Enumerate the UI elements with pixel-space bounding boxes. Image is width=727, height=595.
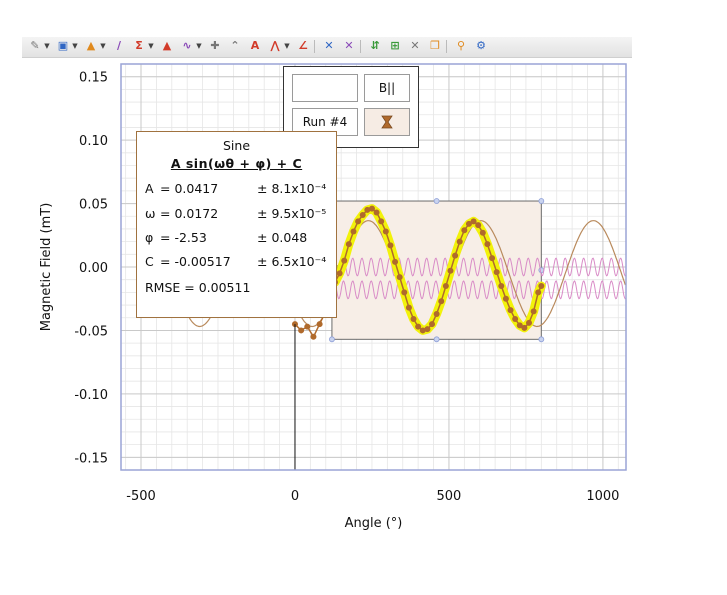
legend-run-swatch[interactable] [364, 108, 410, 136]
data-point [438, 298, 445, 305]
x-tick-label: -500 [126, 489, 156, 504]
data-point [405, 304, 412, 311]
data-point [387, 242, 394, 249]
fit-param-value: = -0.00517 [160, 254, 231, 269]
selection-handle [433, 198, 440, 204]
data-point [447, 267, 454, 274]
selection-handle [433, 336, 440, 343]
fit-param-name: C [145, 254, 154, 269]
fit-param-name: ω [145, 206, 156, 221]
x-tick-label: 500 [437, 489, 462, 504]
fit-param-c: C = -0.00517 ± 6.5x10⁻⁴ [145, 254, 335, 269]
legend-magnetic-field-label[interactable]: B|| [364, 74, 410, 102]
data-point [521, 324, 528, 331]
y-tick-label: 0.05 [79, 198, 108, 213]
data-point [341, 257, 348, 264]
data-point [512, 316, 519, 323]
data-point [442, 283, 449, 290]
fit-rmse: RMSE = 0.00511 [145, 280, 251, 295]
data-point [526, 319, 533, 326]
data-point [429, 321, 436, 328]
data-point [378, 218, 385, 225]
y-tick-label: 0.10 [79, 134, 108, 149]
data-point [470, 218, 477, 225]
fit-param-error: ± 0.048 [257, 230, 308, 245]
data-point [452, 252, 459, 259]
data-point [359, 211, 366, 218]
x-axis-label: Angle (°) [345, 516, 403, 531]
selection-handle [538, 336, 545, 343]
y-tick-label: -0.05 [74, 324, 108, 339]
data-point [415, 323, 422, 330]
data-point [382, 228, 389, 235]
fit-title: Sine [222, 138, 251, 153]
data-point [498, 283, 505, 290]
data-point [433, 310, 440, 317]
data-point [489, 255, 496, 262]
fit-param-name: A [145, 181, 154, 196]
data-point [456, 238, 463, 245]
x-tick-label: 1000 [586, 489, 619, 504]
data-point [507, 307, 514, 314]
selection-handle [329, 336, 335, 343]
data-point [410, 316, 417, 323]
fit-param-error: ± 9.5x10⁻⁵ [257, 206, 327, 221]
fit-param-value: = 0.0417 [160, 181, 219, 196]
y-tick-label: -0.15 [74, 451, 108, 466]
data-point [350, 228, 357, 235]
fit-param-phi: φ = -2.53 ± 0.048 [145, 230, 335, 245]
data-point [304, 323, 311, 330]
data-point [530, 308, 537, 315]
selection-handle [538, 198, 545, 204]
fit-param-name: φ [145, 230, 154, 245]
data-point [493, 269, 500, 276]
data-point [345, 241, 352, 248]
data-point [424, 326, 431, 333]
data-point [298, 327, 305, 334]
data-point [396, 274, 403, 281]
fit-equation: A sin(ωθ + φ) + C [170, 156, 303, 171]
hourglass-icon [381, 115, 393, 129]
fit-param-omega: ω = 0.0172 ± 9.5x10⁻⁵ [145, 206, 335, 221]
data-point [502, 295, 509, 302]
fit-param-error: ± 6.5x10⁻⁴ [257, 254, 327, 269]
data-point [373, 209, 380, 216]
data-point [475, 222, 482, 229]
data-point [401, 289, 408, 296]
data-point [336, 270, 343, 277]
data-point [538, 283, 545, 290]
data-point [535, 289, 542, 296]
data-point [484, 241, 491, 248]
fit-param-value: = -2.53 [160, 230, 207, 245]
data-point [355, 218, 362, 225]
y-axis-label: Magnetic Field (mT) [39, 203, 54, 332]
y-tick-label: -0.10 [74, 388, 108, 403]
y-tick-label: 0.00 [79, 261, 108, 276]
data-point [310, 333, 317, 340]
data-point [392, 258, 399, 265]
fit-param-error: ± 8.1x10⁻⁴ [257, 181, 327, 196]
data-point [461, 227, 468, 234]
curve-fit-panel[interactable]: Sine A sin(ωθ + φ) + C A = 0.0417 ± 8.1x… [136, 131, 337, 318]
fit-param-a: A = 0.0417 ± 8.1x10⁻⁴ [145, 181, 335, 196]
data-point [368, 205, 375, 212]
data-point [316, 321, 323, 328]
x-tick-label: 0 [291, 489, 299, 504]
y-tick-label: 0.15 [79, 71, 108, 86]
legend-blank-cell[interactable] [292, 74, 358, 102]
data-point [479, 229, 486, 236]
fit-param-value: = 0.0172 [160, 206, 219, 221]
